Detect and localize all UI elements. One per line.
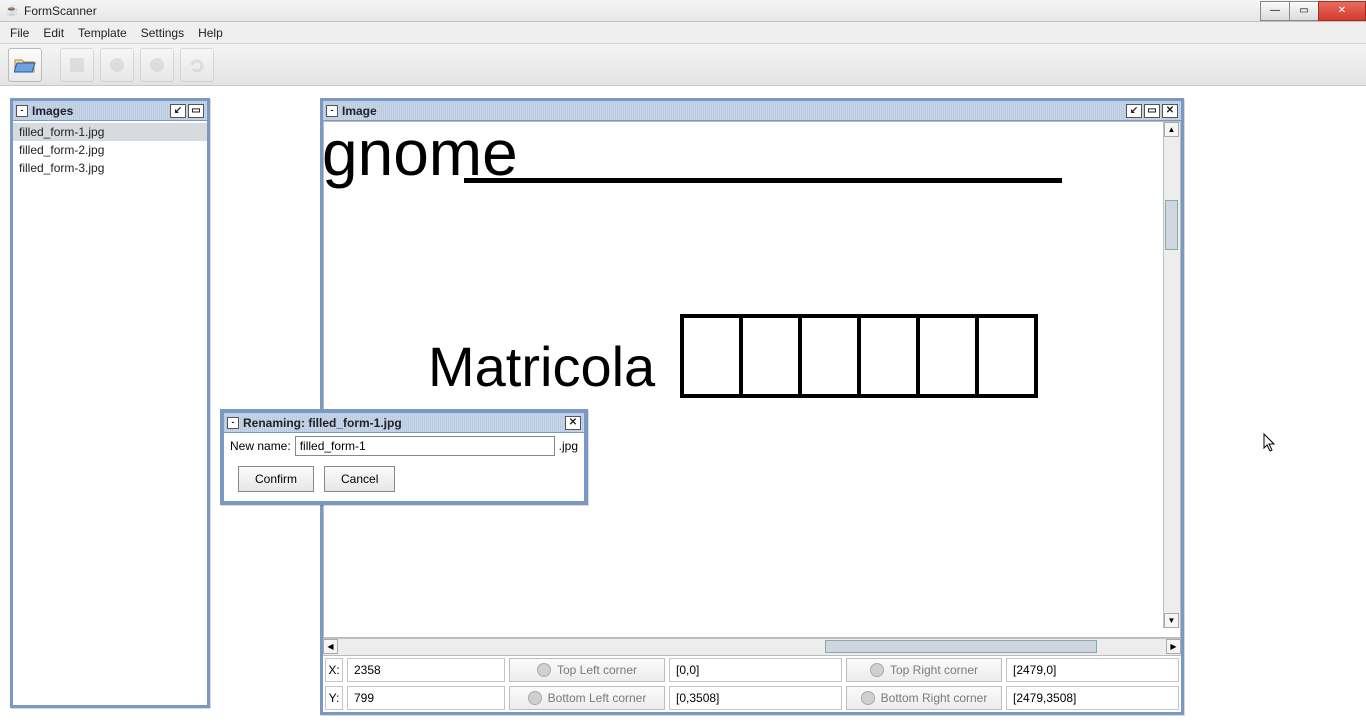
file-extension-label: .jpg (559, 439, 578, 453)
images-panel-maximize-icon[interactable]: ▭ (188, 104, 204, 118)
scroll-left-icon[interactable]: ◀ (323, 639, 338, 654)
scroll-down-icon[interactable]: ▼ (1164, 613, 1179, 628)
list-item[interactable]: filled_form-2.jpg (13, 141, 207, 159)
scroll-right-icon[interactable]: ▶ (1166, 639, 1181, 654)
cancel-button[interactable]: Cancel (324, 466, 395, 492)
bottom-left-corner-button[interactable]: Bottom Left corner (509, 686, 665, 710)
open-folder-button[interactable] (8, 48, 42, 82)
bottom-right-coord: [2479,3508] (1006, 686, 1179, 710)
menu-bar: File Edit Template Settings Help (0, 22, 1366, 44)
confirm-button[interactable]: Confirm (238, 466, 314, 492)
top-left-coord: [0,0] (669, 658, 842, 682)
menu-help[interactable]: Help (192, 24, 229, 42)
list-item[interactable]: filled_form-1.jpg (13, 123, 207, 141)
image-viewport[interactable]: gnome Matricola ▲ ▼ (323, 121, 1181, 638)
bottom-left-coord: [0,3508] (669, 686, 842, 710)
image-panel-maximize-icon[interactable]: ▭ (1144, 104, 1160, 118)
menu-file[interactable]: File (4, 24, 35, 42)
image-panel-titlebar[interactable]: - Image ↙ ▭ ✕ (323, 101, 1181, 121)
images-panel: - Images ↙ ▭ filled_form-1.jpg filled_fo… (10, 98, 210, 708)
rename-dialog-title: Renaming: filled_form-1.jpg (243, 416, 402, 430)
document-underline (464, 178, 1062, 183)
scroll-up-icon[interactable]: ▲ (1164, 122, 1179, 137)
java-app-icon: ☕ (4, 3, 20, 19)
status-grid: X: 2358 Top Left corner [0,0] Top Right … (323, 655, 1181, 712)
close-button[interactable]: ✕ (1318, 1, 1366, 21)
top-right-corner-button[interactable]: Top Right corner (846, 658, 1002, 682)
top-right-coord: [2479,0] (1006, 658, 1179, 682)
maximize-button[interactable]: ▭ (1289, 1, 1319, 21)
images-panel-iconify-icon[interactable]: ↙ (170, 104, 186, 118)
menu-edit[interactable]: Edit (37, 24, 70, 42)
vertical-scrollbar[interactable]: ▲ ▼ (1163, 122, 1180, 628)
image-panel-iconify-icon[interactable]: ↙ (1126, 104, 1142, 118)
toolbar-button-5 (180, 48, 214, 82)
image-panel: - Image ↙ ▭ ✕ gnome Matricola ▲ (320, 98, 1184, 715)
rename-dialog-system-icon[interactable]: - (227, 417, 239, 429)
y-label: Y: (325, 686, 343, 710)
images-panel-system-icon[interactable]: - (16, 105, 28, 117)
image-panel-system-icon[interactable]: - (326, 105, 338, 117)
document-boxes (680, 314, 1038, 398)
vertical-scroll-thumb[interactable] (1165, 200, 1178, 250)
bottom-right-corner-button[interactable]: Bottom Right corner (846, 686, 1002, 710)
new-name-input[interactable] (295, 436, 555, 456)
x-value: 2358 (347, 658, 505, 682)
toolbar (0, 44, 1366, 86)
menu-settings[interactable]: Settings (135, 24, 190, 42)
document-label-text: Matricola (428, 334, 655, 399)
menu-template[interactable]: Template (72, 24, 133, 42)
rename-dialog-close-icon[interactable]: ✕ (565, 416, 581, 430)
image-panel-close-icon[interactable]: ✕ (1162, 104, 1178, 118)
top-left-corner-button[interactable]: Top Left corner (509, 658, 665, 682)
rename-dialog-titlebar[interactable]: - Renaming: filled_form-1.jpg ✕ (224, 413, 584, 433)
image-panel-title: Image (342, 104, 377, 118)
horizontal-scroll-thumb[interactable] (825, 640, 1097, 653)
x-label: X: (325, 658, 343, 682)
y-value: 799 (347, 686, 505, 710)
toolbar-button-3 (100, 48, 134, 82)
toolbar-button-2 (60, 48, 94, 82)
toolbar-button-4 (140, 48, 174, 82)
minimize-button[interactable]: — (1260, 1, 1290, 21)
list-item[interactable]: filled_form-3.jpg (13, 159, 207, 177)
mdi-area: - Images ↙ ▭ filled_form-1.jpg filled_fo… (0, 86, 1366, 728)
new-name-label: New name: (230, 439, 291, 453)
window-title: FormScanner (24, 4, 97, 18)
image-file-list[interactable]: filled_form-1.jpg filled_form-2.jpg fill… (13, 121, 207, 179)
images-panel-title: Images (32, 104, 73, 118)
window-titlebar: ☕ FormScanner — ▭ ✕ (0, 0, 1366, 22)
rename-dialog: - Renaming: filled_form-1.jpg ✕ New name… (220, 409, 588, 505)
images-panel-titlebar[interactable]: - Images ↙ ▭ (13, 101, 207, 121)
horizontal-scrollbar[interactable]: ◀ ▶ (323, 638, 1181, 655)
